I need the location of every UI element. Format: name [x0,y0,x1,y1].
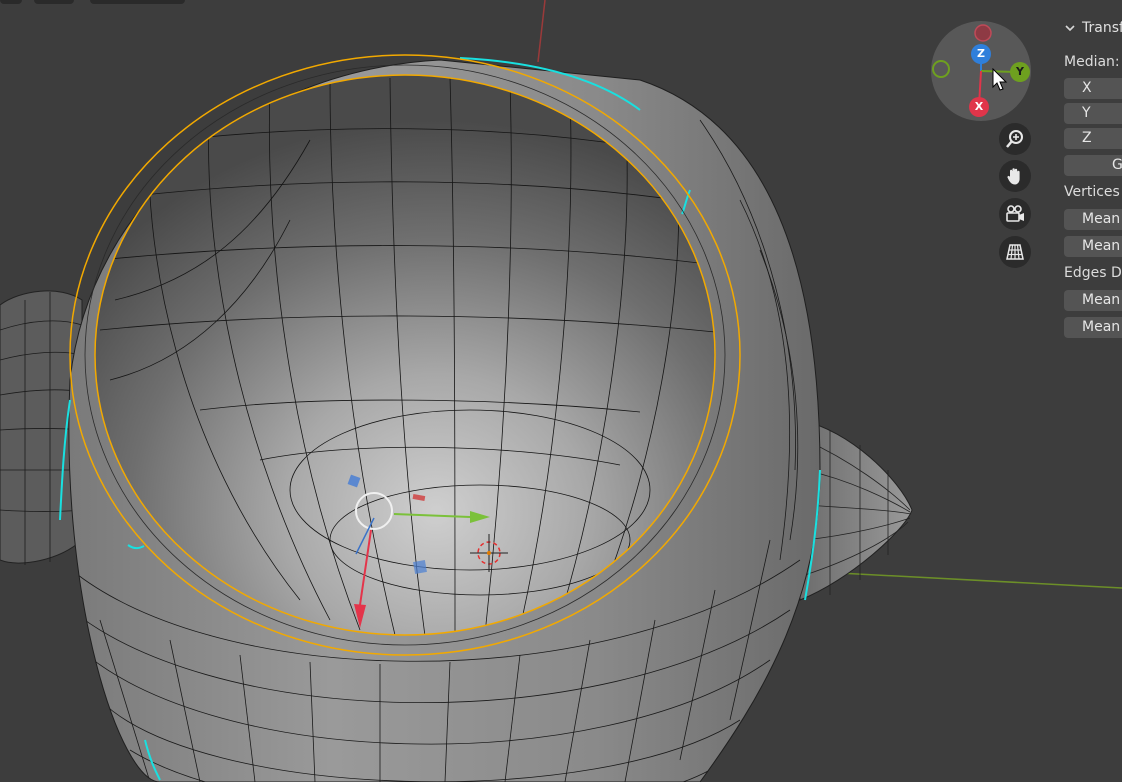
header-stub-left[interactable] [0,0,22,4]
perspective-toggle-button[interactable] [999,236,1031,268]
pan-button[interactable] [999,160,1031,192]
gizmo-y-label[interactable]: Y [1011,63,1029,81]
transform-panel-header[interactable]: Transf [1064,17,1122,39]
hand-pan-icon [1007,168,1020,185]
zoom-button[interactable] [999,123,1031,155]
vertices-data-label: Vertices [1064,184,1120,200]
global-local-toggle[interactable]: G [1064,155,1122,176]
zoom-icon [1006,130,1023,148]
vertices-mean-field-2[interactable]: Mean [1064,236,1122,257]
edges-data-label: Edges Da [1064,265,1122,281]
mouse-pointer-icon [992,68,1008,91]
median-y-field[interactable]: Y [1064,103,1122,124]
chevron-down-icon [1065,25,1075,32]
edges-mean-field-1[interactable]: Mean [1064,290,1122,311]
sidebar-transform-panel: Transf Median: X Y Z G Vertices Mean Mea… [1052,0,1122,782]
vertices-mean-field-1[interactable]: Mean [1064,209,1122,230]
header-stub-right[interactable] [90,0,185,4]
header-stub-mid[interactable] [34,0,74,4]
camera-icon [1006,205,1024,222]
gizmo-x-label[interactable]: X [970,98,988,116]
median-z-field[interactable]: Z [1064,128,1122,149]
gizmo-z-label[interactable]: Z [972,45,990,63]
median-label: Median: [1064,54,1120,70]
camera-view-button[interactable] [999,198,1031,230]
transform-panel-title: Transf [1082,20,1122,36]
edges-mean-field-2[interactable]: Mean [1064,317,1122,338]
median-x-field[interactable]: X [1064,78,1122,99]
perspective-grid-icon [1006,244,1024,260]
3d-viewport[interactable]: Z Y X [0,0,1122,782]
